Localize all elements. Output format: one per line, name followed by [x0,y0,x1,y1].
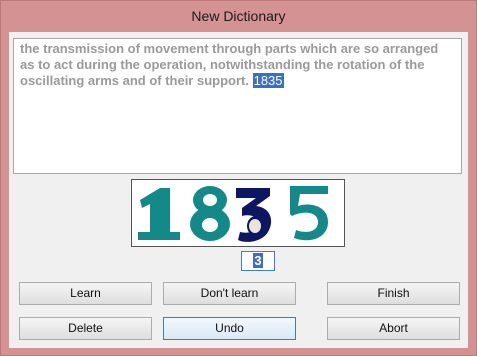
char-entry-value: 3 [253,253,263,268]
abort-button[interactable]: Abort [327,317,460,340]
learn-button[interactable]: Learn [19,282,152,305]
digit-1-glyph [138,188,180,240]
word-image [131,179,345,247]
dont-learn-button[interactable]: Don't learn [163,282,296,305]
context-text-area[interactable]: the transmission of movement through par… [13,38,462,174]
finish-button[interactable]: Finish [327,282,460,305]
undo-button[interactable]: Undo [163,317,296,340]
dialog-window: New Dictionary the transmission of movem… [0,0,477,356]
context-text: the transmission of movement through par… [20,41,439,88]
window-title: New Dictionary [1,1,476,31]
delete-button[interactable]: Delete [19,317,152,340]
char-entry-field[interactable]: 3 [241,251,275,271]
dialog-client-area: the transmission of movement through par… [9,32,468,348]
digit-5-glyph [290,186,328,241]
digit-3-glyph [236,188,272,242]
digit-8-glyph [190,186,230,241]
selected-word: 1835 [252,73,284,88]
